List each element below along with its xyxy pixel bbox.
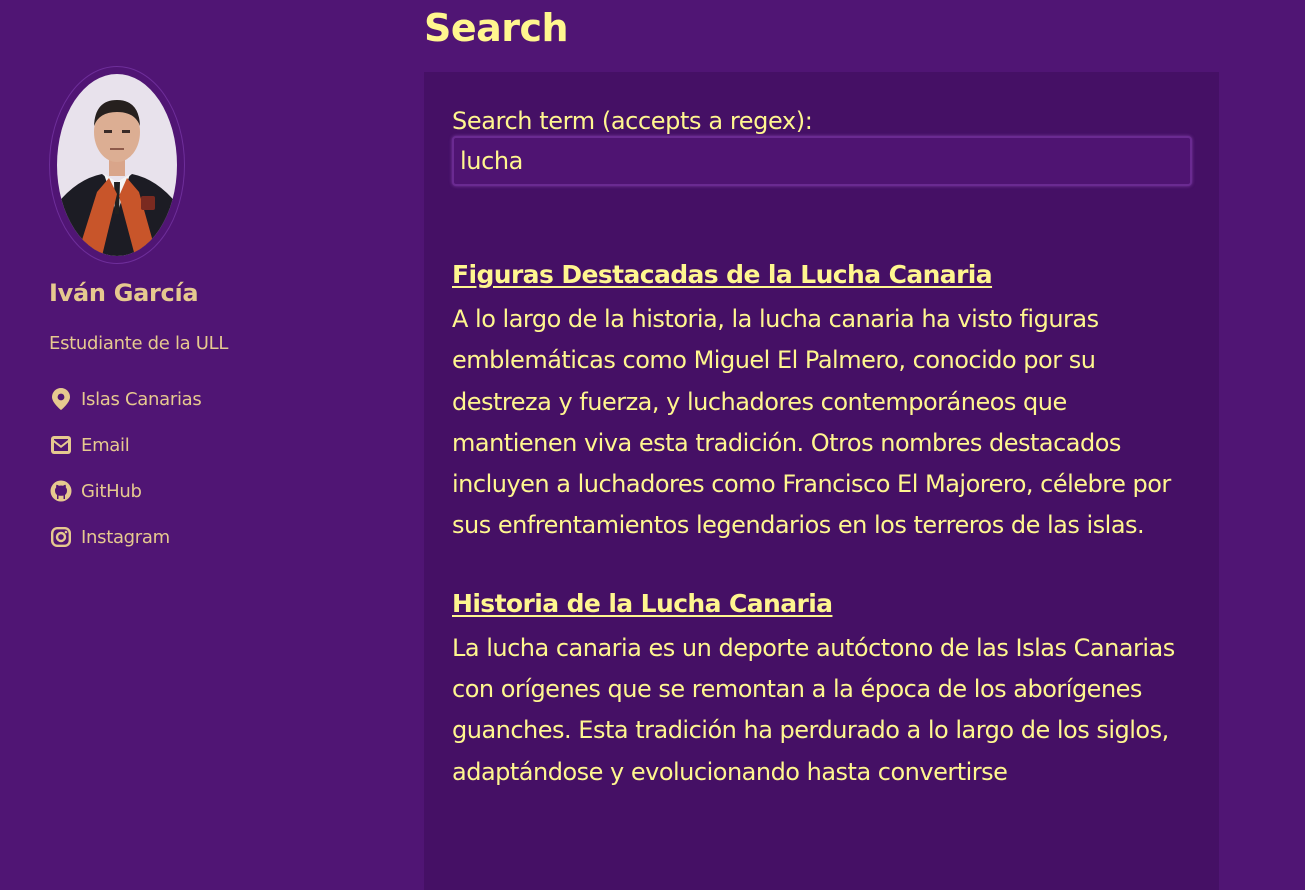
search-input[interactable] bbox=[452, 136, 1192, 186]
search-result: Historia de la Lucha Canaria La lucha ca… bbox=[452, 589, 1191, 793]
author-links: Islas Canarias Email GitHub Instagram bbox=[49, 376, 379, 560]
search-results: Figuras Destacadas de la Lucha Canaria A… bbox=[452, 260, 1191, 793]
result-title-link[interactable]: Historia de la Lucha Canaria bbox=[452, 589, 833, 618]
author-bio: Estudiante de la ULL bbox=[49, 333, 229, 354]
search-panel: Search term (accepts a regex): Figuras D… bbox=[424, 72, 1219, 890]
search-label: Search term (accepts a regex): bbox=[452, 107, 813, 135]
location-link[interactable]: Islas Canarias bbox=[49, 376, 379, 422]
location-label: Islas Canarias bbox=[81, 388, 202, 410]
github-icon bbox=[49, 479, 73, 503]
avatar bbox=[49, 66, 185, 264]
instagram-icon bbox=[49, 525, 73, 549]
instagram-label: Instagram bbox=[81, 526, 170, 548]
map-marker-icon bbox=[49, 387, 73, 411]
result-excerpt: La lucha canaria es un deporte autóctono… bbox=[452, 633, 1175, 786]
author-photo bbox=[57, 74, 177, 256]
page-title: Search bbox=[424, 6, 569, 50]
email-link[interactable]: Email bbox=[49, 422, 379, 468]
github-link[interactable]: GitHub bbox=[49, 468, 379, 514]
instagram-link[interactable]: Instagram bbox=[49, 514, 379, 560]
github-label: GitHub bbox=[81, 480, 142, 502]
envelope-icon bbox=[49, 433, 73, 457]
result-excerpt: A lo largo de la historia, la lucha cana… bbox=[452, 305, 1171, 540]
email-label: Email bbox=[81, 434, 130, 456]
result-title-link[interactable]: Figuras Destacadas de la Lucha Canaria bbox=[452, 260, 993, 289]
search-result: Figuras Destacadas de la Lucha Canaria A… bbox=[452, 260, 1191, 547]
author-name: Iván García bbox=[49, 279, 199, 307]
author-sidebar: Iván García Estudiante de la ULL Islas C… bbox=[49, 66, 379, 560]
